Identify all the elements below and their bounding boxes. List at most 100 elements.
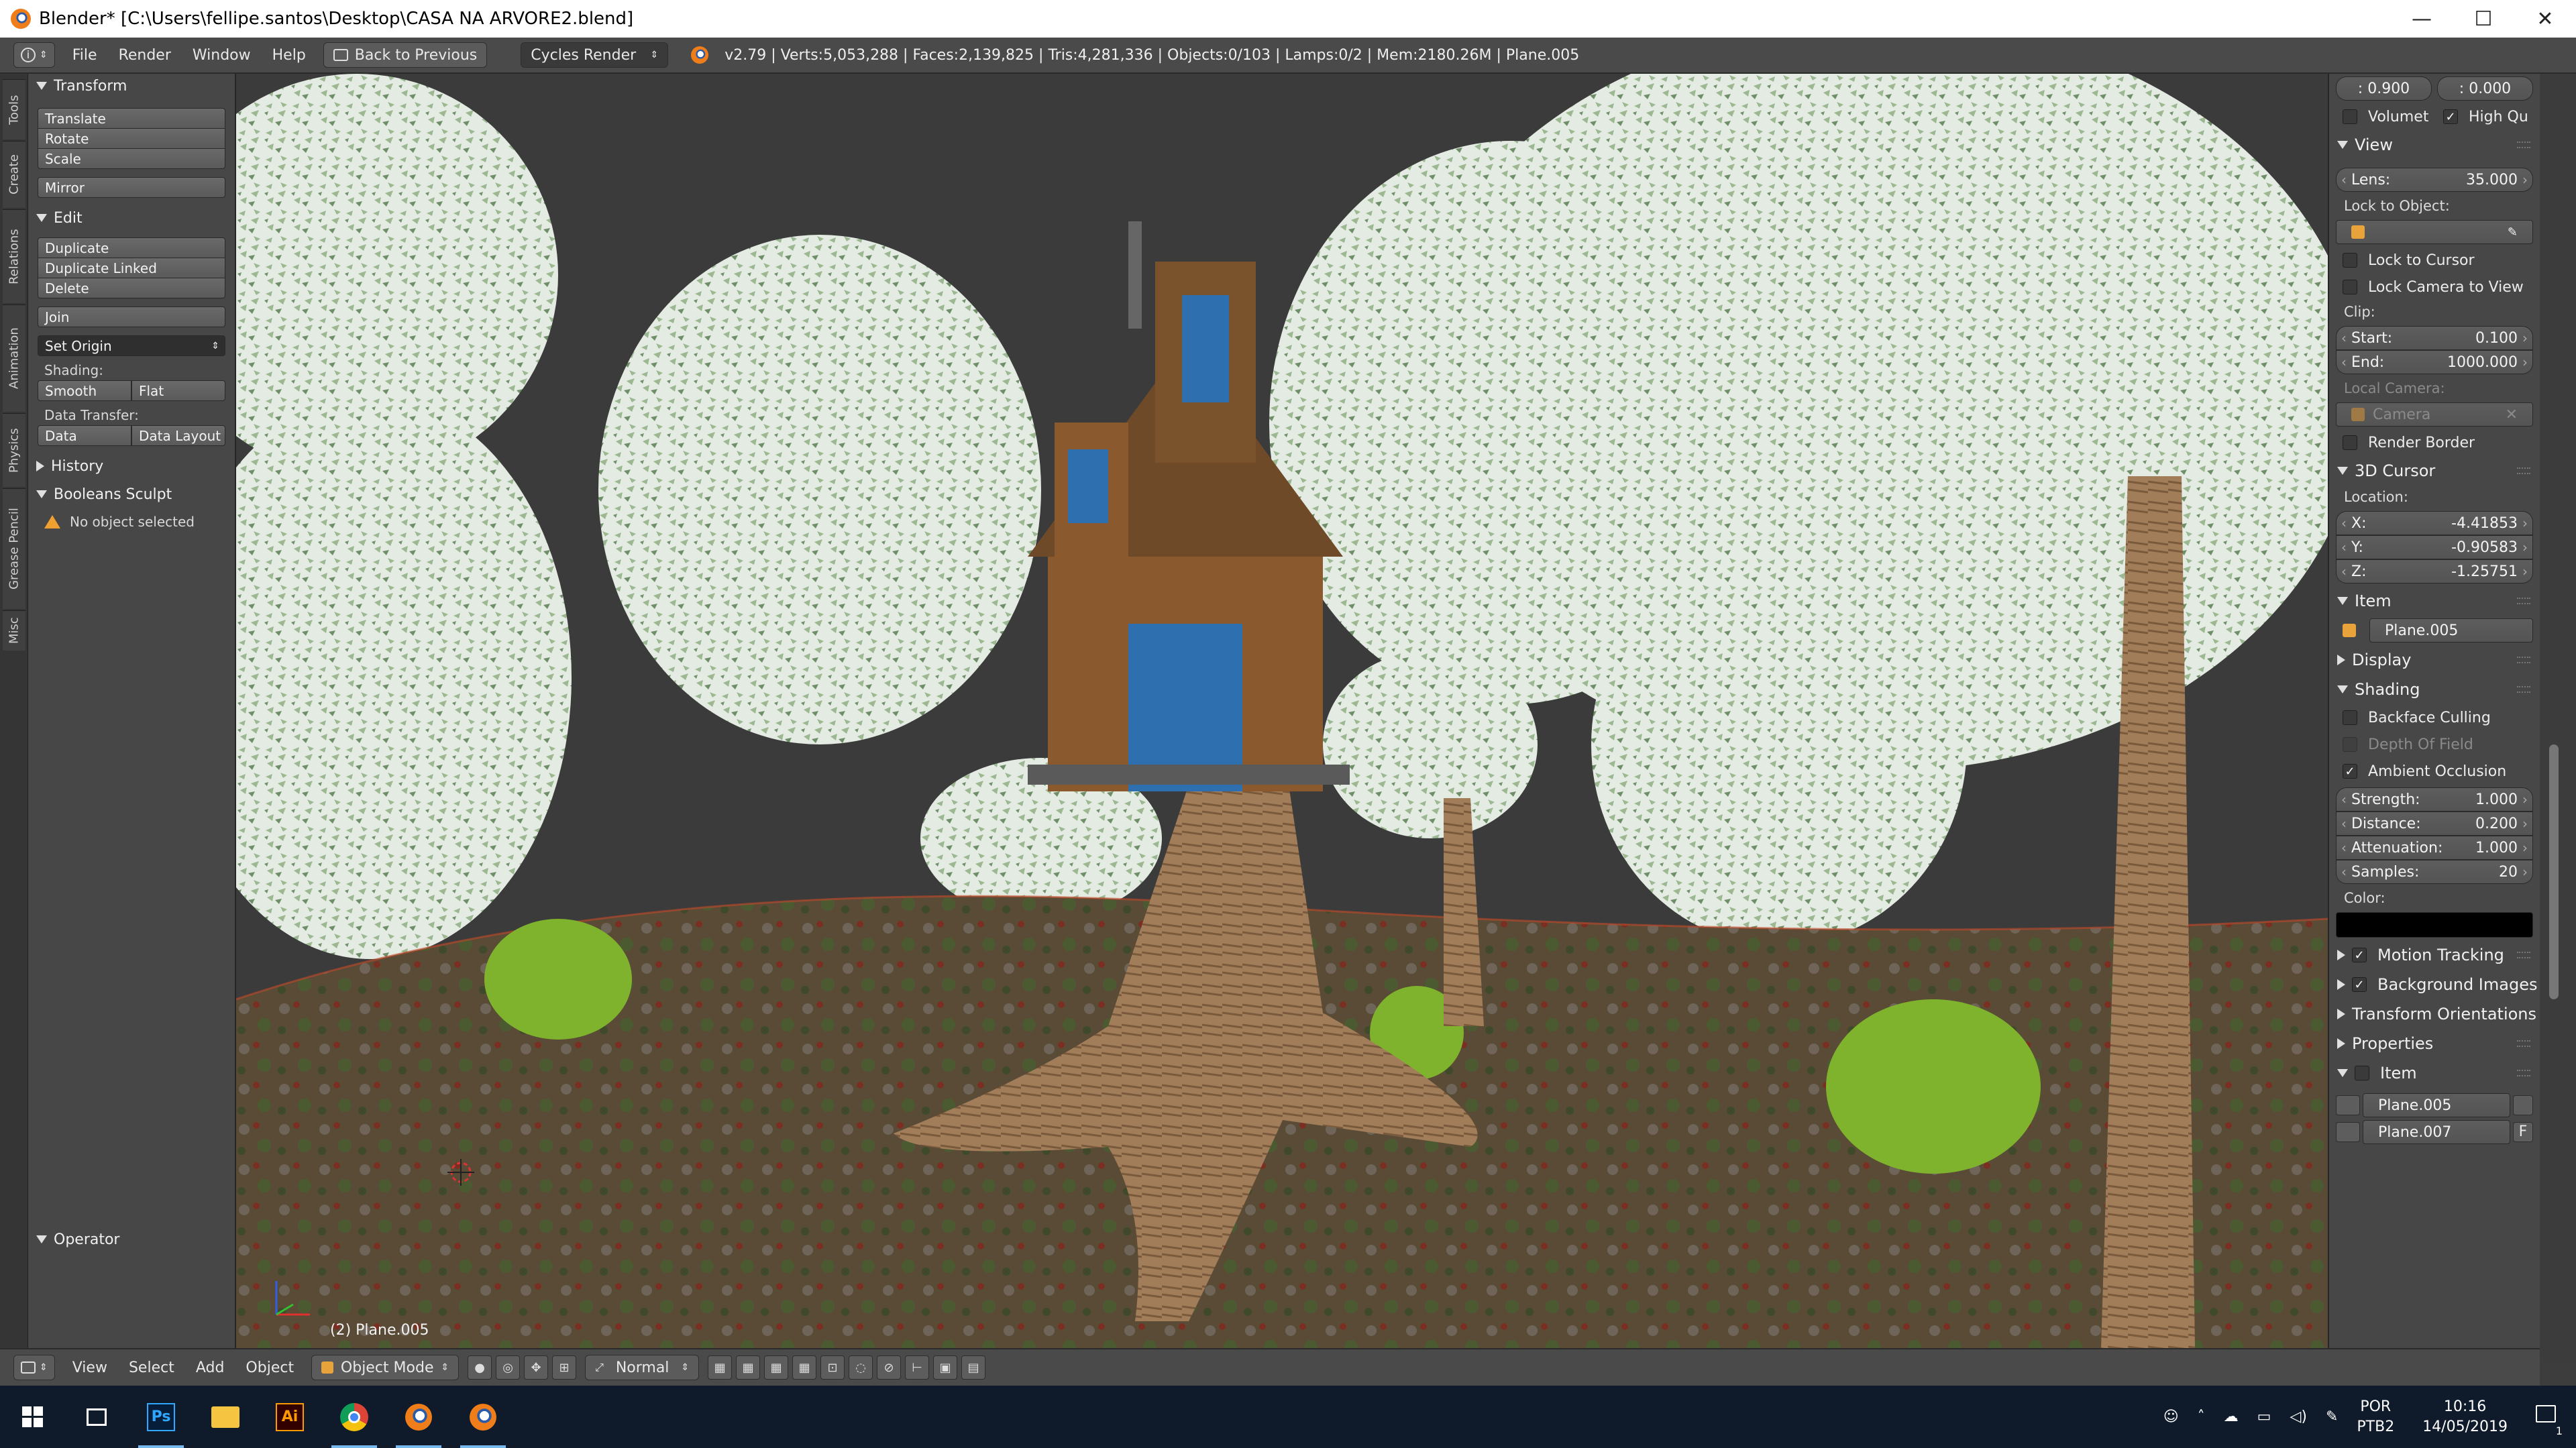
fake-user-icon[interactable] — [2513, 1095, 2533, 1115]
menu-select[interactable]: Select — [118, 1349, 185, 1386]
cursor-x-field[interactable]: X: -4.41853 — [2336, 511, 2533, 535]
menu-window[interactable]: Window — [182, 37, 262, 73]
ao-attenuation-field[interactable]: Attenuation: 1.000 — [2336, 836, 2533, 860]
volume-icon[interactable]: ◁) — [2280, 1407, 2316, 1427]
task-view-button[interactable] — [64, 1386, 129, 1448]
drag-grip-icon[interactable] — [2517, 686, 2530, 693]
plane005-field[interactable]: Plane.005 — [2363, 1093, 2510, 1117]
display-panel-header[interactable]: Display — [2329, 645, 2540, 675]
top-right-field[interactable]: : 0.000 — [2437, 76, 2533, 101]
camera-render-icon[interactable]: ▤ — [961, 1355, 986, 1380]
data-layout-button[interactable]: Data Layout — [131, 425, 225, 446]
properties-header[interactable]: Properties — [2329, 1029, 2540, 1058]
checkbox-icon[interactable] — [2355, 1066, 2369, 1080]
people-icon[interactable]: ☺ — [2154, 1407, 2188, 1427]
clip-start-field[interactable]: Start: 0.100 — [2336, 326, 2533, 350]
eyedropper-icon[interactable]: ✎ — [2508, 225, 2518, 239]
transform-orientations-header[interactable]: Transform Orientations — [2329, 999, 2540, 1029]
data-button[interactable]: Data — [38, 425, 131, 446]
properties-scrollbar[interactable] — [2540, 74, 2576, 1361]
clock[interactable]: 10:16 14/05/2019 — [2404, 1397, 2526, 1437]
snap-icon[interactable]: ⊞ — [552, 1355, 577, 1380]
drag-grip-icon[interactable] — [2517, 142, 2530, 148]
menu-object[interactable]: Object — [235, 1349, 305, 1386]
tab-relations[interactable]: Relations — [3, 209, 25, 303]
drag-grip-icon[interactable] — [2517, 952, 2530, 958]
pen-icon[interactable]: ✎ — [2316, 1407, 2347, 1427]
minimize-button[interactable]: — — [2391, 0, 2453, 38]
lock-layers-icon[interactable]: ⊡ — [820, 1355, 845, 1380]
maximize-button[interactable]: ☐ — [2453, 0, 2514, 38]
tab-misc[interactable]: Misc — [3, 610, 25, 651]
menu-render[interactable]: Render — [108, 37, 182, 73]
render-icon[interactable]: ▣ — [933, 1355, 958, 1380]
booleans-panel-header[interactable]: Booleans Sculpt — [28, 482, 235, 506]
top-left-field[interactable]: : 0.900 — [2336, 76, 2432, 101]
layer-grid-icon-3[interactable]: ▦ — [764, 1355, 789, 1380]
start-button[interactable] — [0, 1386, 64, 1448]
editor-type-button[interactable]: i ⇕ — [13, 42, 55, 68]
menu-add[interactable]: Add — [185, 1349, 235, 1386]
lens-field[interactable]: Lens: 35.000 — [2336, 168, 2533, 192]
pivot-point-icon[interactable]: ◎ — [496, 1355, 521, 1380]
scrollbar-thumb[interactable] — [2549, 744, 2559, 999]
smooth-button[interactable]: Smooth — [38, 380, 131, 401]
item-name-field[interactable]: Plane.005 — [2369, 618, 2533, 643]
layer-grid-icon-1[interactable]: ▦ — [708, 1355, 733, 1380]
illustrator-taskbar-button[interactable]: Ai — [258, 1386, 322, 1448]
clear-icon[interactable]: ✕ — [2506, 406, 2518, 423]
snap-element-icon[interactable]: ⊢ — [905, 1355, 930, 1380]
drag-grip-icon[interactable] — [2517, 467, 2530, 474]
tab-physics[interactable]: Physics — [3, 413, 25, 487]
volumetric-checkbox[interactable]: Volumet — [2329, 103, 2439, 130]
join-button[interactable]: Join — [38, 307, 225, 327]
cursor-panel-header[interactable]: 3D Cursor — [2329, 456, 2540, 486]
checkmark-icon[interactable]: ✓ — [2352, 948, 2367, 962]
file-explorer-button[interactable] — [193, 1386, 258, 1448]
checkmark-icon[interactable]: ✓ — [2352, 977, 2367, 992]
drag-grip-icon[interactable] — [2517, 657, 2530, 663]
3d-viewport[interactable]: (2) Plane.005 — [236, 74, 2328, 1348]
ao-samples-field[interactable]: Samples: 20 — [2336, 860, 2533, 884]
item2-panel-header[interactable]: Item — [2329, 1058, 2540, 1088]
manipulator-icon[interactable]: ✥ — [524, 1355, 549, 1380]
delete-button[interactable]: Delete — [38, 278, 225, 298]
layer-grid-icon-4[interactable]: ▦ — [792, 1355, 817, 1380]
tab-animation[interactable]: Animation — [3, 304, 25, 412]
close-button[interactable]: ✕ — [2514, 0, 2576, 38]
viewport-shading-icon[interactable]: ● — [468, 1355, 492, 1380]
item-panel-header[interactable]: Item — [2329, 586, 2540, 616]
set-origin-select[interactable]: Set Origin ⇕ — [38, 335, 225, 356]
snap-target-icon[interactable]: ⊘ — [877, 1355, 902, 1380]
language-indicator[interactable]: POR PTB2 — [2347, 1397, 2404, 1437]
cursor-z-field[interactable]: Z: -1.25751 — [2336, 559, 2533, 583]
ao-strength-field[interactable]: Strength: 1.000 — [2336, 787, 2533, 812]
menu-file[interactable]: File — [62, 37, 108, 73]
tab-create[interactable]: Create — [3, 141, 25, 208]
back-to-previous-button[interactable]: Back to Previous — [323, 42, 488, 68]
notifications-button[interactable]: 1 — [2526, 1405, 2576, 1441]
ao-distance-field[interactable]: Distance: 0.200 — [2336, 812, 2533, 836]
menu-help[interactable]: Help — [262, 37, 317, 73]
translate-button[interactable]: Translate — [38, 108, 225, 129]
clip-end-field[interactable]: End: 1000.000 — [2336, 350, 2533, 374]
lock-camera-checkbox[interactable]: Lock Camera to View — [2329, 274, 2540, 300]
duplicate-linked-button[interactable]: Duplicate Linked — [38, 258, 225, 278]
background-images-header[interactable]: ✓ Background Images — [2329, 970, 2540, 999]
photoshop-taskbar-button[interactable]: Ps — [129, 1386, 193, 1448]
chrome-taskbar-button[interactable] — [322, 1386, 386, 1448]
tab-grease-pencil[interactable]: Grease Pencil — [3, 488, 25, 609]
proportional-edit-icon[interactable]: ◌ — [849, 1355, 873, 1380]
network-icon[interactable]: ▭ — [2248, 1407, 2281, 1427]
motion-tracking-header[interactable]: ✓ Motion Tracking — [2329, 940, 2540, 970]
ambient-occlusion-checkbox[interactable]: ✓ Ambient Occlusion — [2329, 758, 2540, 785]
depth-of-field-checkbox[interactable]: Depth Of Field — [2329, 731, 2540, 758]
duplicate-button[interactable]: Duplicate — [38, 237, 225, 258]
view-panel-header[interactable]: View — [2329, 130, 2540, 160]
render-border-checkbox[interactable]: Render Border — [2329, 429, 2540, 456]
scale-button[interactable]: Scale — [38, 148, 225, 169]
edit-panel-header[interactable]: Edit — [28, 206, 235, 230]
drag-grip-icon[interactable] — [2517, 1070, 2530, 1076]
onedrive-icon[interactable]: ☁ — [2214, 1407, 2248, 1427]
operator-panel-header[interactable]: Operator — [28, 1227, 119, 1251]
